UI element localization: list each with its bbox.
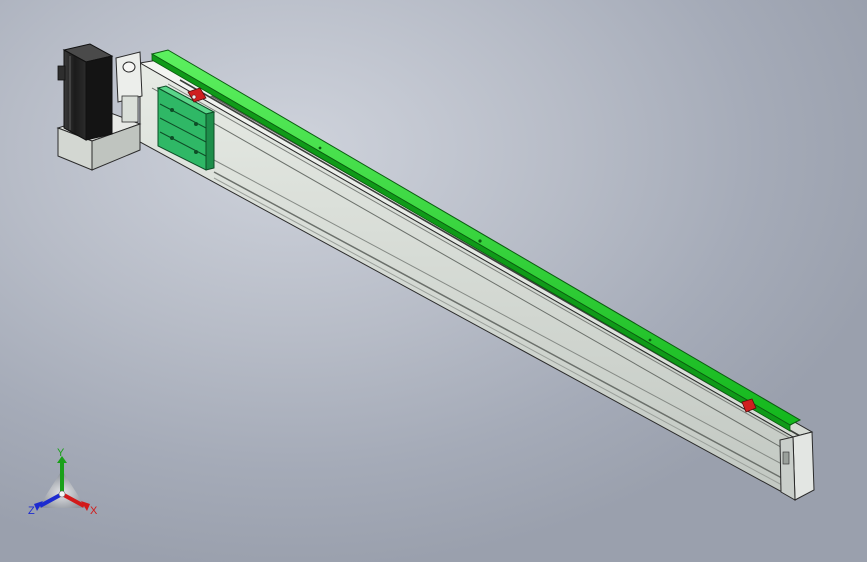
stepper-motor[interactable]	[57, 43, 114, 141]
profile-side-face	[139, 62, 794, 499]
profile-groove-line	[213, 171, 794, 485]
end-cap-side	[779, 436, 796, 501]
x-axis-label: X	[90, 505, 98, 517]
linear-actuator-model[interactable]	[0, 0, 867, 562]
end-cap-front	[792, 431, 815, 501]
motor-connector	[57, 65, 66, 81]
aluminium-profile[interactable]	[138, 59, 814, 499]
rail-top	[150, 49, 802, 426]
profile-groove-line	[151, 87, 794, 455]
carriage-side	[205, 111, 215, 171]
end-cap-notch	[782, 451, 790, 465]
motor-side	[85, 55, 113, 141]
coupling-bracket	[121, 95, 139, 123]
carriage-bolt	[194, 150, 198, 154]
end-cap-right[interactable]	[779, 431, 815, 501]
stop-screw	[191, 94, 197, 100]
carriage-bolt	[170, 108, 174, 112]
profile-groove-line	[213, 159, 794, 471]
coupling-bore	[122, 61, 136, 73]
motor-front	[63, 49, 87, 141]
profile-slot-line	[167, 83, 796, 442]
triad-origin-icon	[58, 490, 66, 498]
carriage-bolt	[170, 136, 174, 140]
rail-side	[151, 53, 791, 432]
linear-guide-rail[interactable]	[150, 49, 802, 432]
coupling-housing	[115, 51, 143, 103]
z-axis-label: Z	[28, 505, 35, 517]
profile-groove-line	[213, 177, 794, 492]
carriage-bolt	[194, 122, 198, 126]
model-viewport[interactable]: Y Z X	[0, 0, 867, 562]
rail-bolt	[318, 146, 322, 150]
coordinate-triad[interactable]: Y Z X	[26, 448, 106, 523]
y-axis-label: Y	[57, 447, 65, 459]
rail-bolt	[478, 239, 482, 243]
rail-bolt	[648, 338, 652, 342]
